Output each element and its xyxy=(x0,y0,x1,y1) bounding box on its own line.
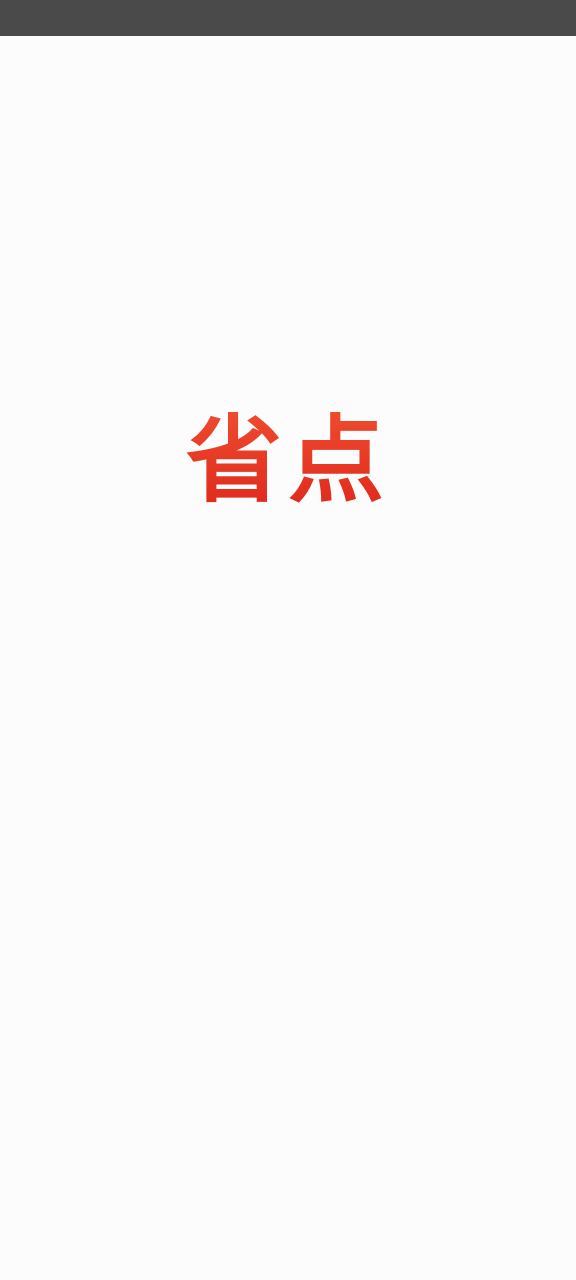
splash-content: 省点 xyxy=(0,36,576,1280)
app-logo: 省点 xyxy=(186,402,390,518)
status-bar xyxy=(0,0,576,36)
splash-screen: 省点 xyxy=(0,0,576,1280)
app-logo-text: 省点 xyxy=(186,403,390,516)
